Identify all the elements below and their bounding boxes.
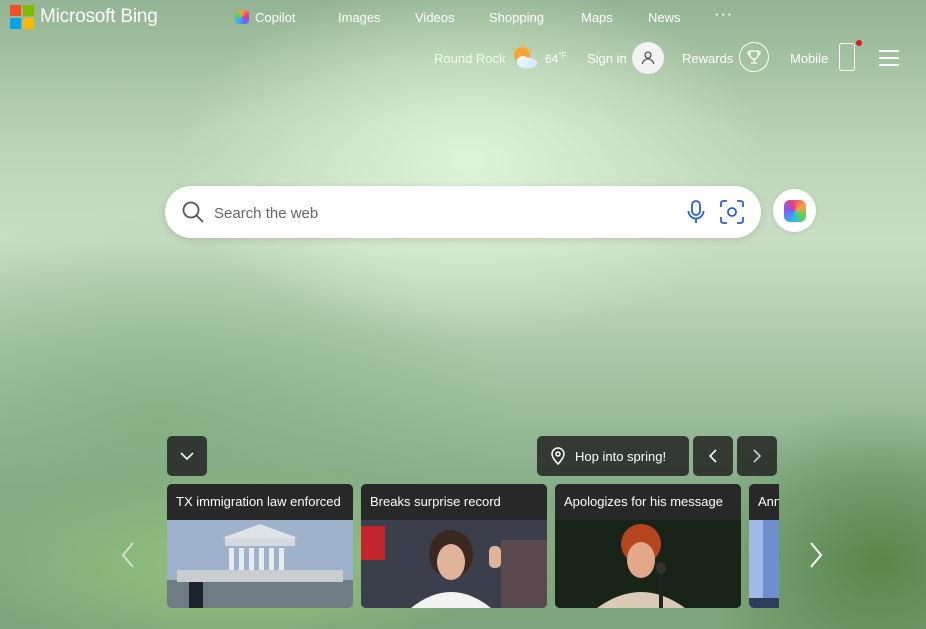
news-card-title: Ann bbox=[749, 484, 779, 520]
more-options-button[interactable]: ··· bbox=[715, 7, 734, 22]
news-card-title: TX immigration law enforced bbox=[167, 484, 353, 520]
location-pin-icon bbox=[551, 447, 565, 465]
temperature[interactable]: 64°F bbox=[545, 51, 566, 66]
nav-item-videos[interactable]: Videos bbox=[415, 10, 455, 25]
search-icon[interactable] bbox=[181, 200, 205, 224]
trophy-icon[interactable] bbox=[739, 42, 769, 72]
collapse-feed-button[interactable] bbox=[167, 436, 207, 476]
news-card-image bbox=[167, 520, 353, 608]
nav-item-shopping[interactable]: Shopping bbox=[489, 10, 544, 25]
account-bar: Round Rock 64°F Sign in Rewards Mobile bbox=[0, 40, 926, 76]
nav-item-label: Copilot bbox=[255, 10, 296, 25]
search-input[interactable] bbox=[212, 198, 676, 228]
nav-item-maps[interactable]: Maps bbox=[581, 10, 613, 25]
news-card[interactable]: Ann bbox=[749, 484, 779, 608]
brand-name: Microsoft Bing bbox=[40, 6, 158, 27]
news-card[interactable]: Breaks surprise record bbox=[361, 484, 547, 608]
copilot-icon bbox=[235, 10, 249, 24]
chevron-left-icon bbox=[708, 449, 717, 463]
chevron-down-icon bbox=[180, 452, 194, 461]
sign-in-link[interactable]: Sign in bbox=[587, 51, 627, 66]
microphone-icon[interactable] bbox=[685, 199, 707, 225]
copilot-button[interactable] bbox=[773, 189, 816, 232]
carousel-next-arrow[interactable] bbox=[808, 540, 824, 570]
copilot-icon bbox=[783, 199, 806, 222]
search-box bbox=[165, 186, 761, 238]
nav-item-images[interactable]: Images bbox=[338, 10, 381, 25]
previous-image-button[interactable] bbox=[693, 436, 733, 476]
nav-item-news[interactable]: News bbox=[648, 10, 681, 25]
news-card[interactable]: Apologizes for his message bbox=[555, 484, 741, 608]
image-title: Hop into spring! bbox=[575, 448, 667, 464]
news-card-title: Apologizes for his message bbox=[555, 484, 741, 520]
rewards-link[interactable]: Rewards bbox=[682, 51, 733, 66]
image-info-button[interactable]: Hop into spring! bbox=[537, 436, 689, 476]
next-image-button[interactable] bbox=[737, 436, 777, 476]
news-carousel: TX immigration law enforced Breaks surpr… bbox=[167, 484, 779, 608]
temperature-unit: °F bbox=[558, 51, 567, 60]
mobile-link[interactable]: Mobile bbox=[790, 51, 828, 66]
news-card-image bbox=[555, 520, 741, 608]
news-card[interactable]: TX immigration law enforced bbox=[167, 484, 353, 608]
chevron-right-icon bbox=[753, 449, 762, 463]
hamburger-menu-icon[interactable] bbox=[879, 50, 899, 66]
news-card-image bbox=[749, 520, 779, 608]
phone-icon[interactable] bbox=[839, 43, 855, 71]
partly-cloudy-icon[interactable] bbox=[509, 44, 539, 70]
carousel-previous-arrow[interactable] bbox=[120, 540, 136, 570]
notification-dot bbox=[856, 40, 862, 46]
microsoft-logo-icon bbox=[10, 5, 34, 29]
top-bar: Microsoft Bing Copilot Images Videos Sho… bbox=[0, 0, 926, 38]
visual-search-icon[interactable] bbox=[719, 199, 745, 225]
weather-location[interactable]: Round Rock bbox=[434, 51, 506, 66]
temperature-value: 64 bbox=[545, 52, 559, 66]
news-card-image bbox=[361, 520, 547, 608]
bing-logo[interactable]: Microsoft Bing bbox=[10, 5, 158, 29]
nav-item-copilot[interactable]: Copilot bbox=[235, 10, 295, 25]
news-card-title: Breaks surprise record bbox=[361, 484, 547, 520]
user-avatar-icon[interactable] bbox=[632, 42, 664, 74]
